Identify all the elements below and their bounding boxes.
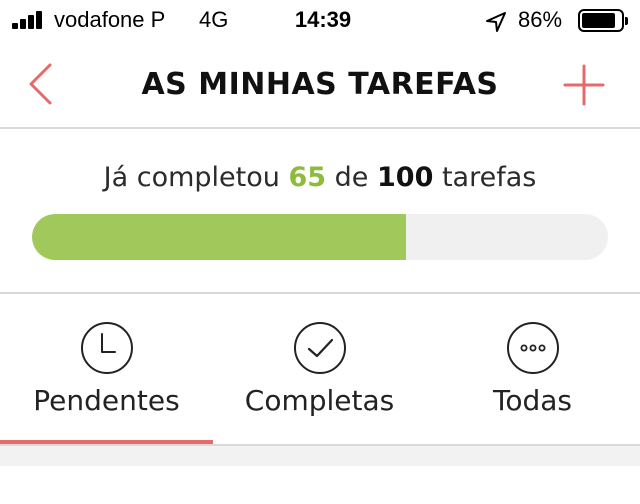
- navigation-bar: AS MINHAS TAREFAS: [0, 42, 640, 129]
- task-list-area: [0, 446, 640, 466]
- completed-count: 65: [288, 162, 327, 193]
- progress-bar-fill: [32, 214, 407, 260]
- tab-pendentes[interactable]: Pendentes: [0, 294, 213, 446]
- page-title: AS MINHAS TAREFAS: [141, 67, 499, 102]
- tab-todas[interactable]: Todas: [426, 294, 639, 446]
- tab-label: Completas: [244, 384, 395, 417]
- tab-completas[interactable]: Completas: [213, 294, 426, 446]
- total-count: 100: [377, 162, 434, 193]
- progress-prefix: Já completou: [103, 162, 280, 193]
- battery-icon: [578, 9, 628, 32]
- add-task-icon[interactable]: [563, 64, 605, 106]
- progress-summary: Já completou 65 de 100 tarefas: [0, 129, 640, 294]
- progress-suffix: tarefas: [441, 162, 537, 193]
- checkmark-icon: [293, 322, 346, 374]
- clock-icon: [80, 322, 133, 374]
- tab-label: Todas: [493, 384, 572, 417]
- progress-text: Já completou 65 de 100 tarefas: [0, 162, 640, 193]
- location-arrow-icon: [486, 12, 506, 32]
- progress-middle: de: [334, 162, 369, 193]
- status-bar: vodafone P 4G 14:39 86%: [0, 0, 640, 42]
- tab-label: Pendentes: [33, 384, 180, 417]
- battery-fill: [582, 13, 615, 28]
- battery-percent: 86%: [518, 7, 563, 32]
- more-dots-icon: [506, 322, 559, 374]
- progress-bar: [32, 214, 608, 260]
- task-filter-tabs: Pendentes Completas Todas: [0, 294, 640, 446]
- battery-cap: [625, 17, 628, 25]
